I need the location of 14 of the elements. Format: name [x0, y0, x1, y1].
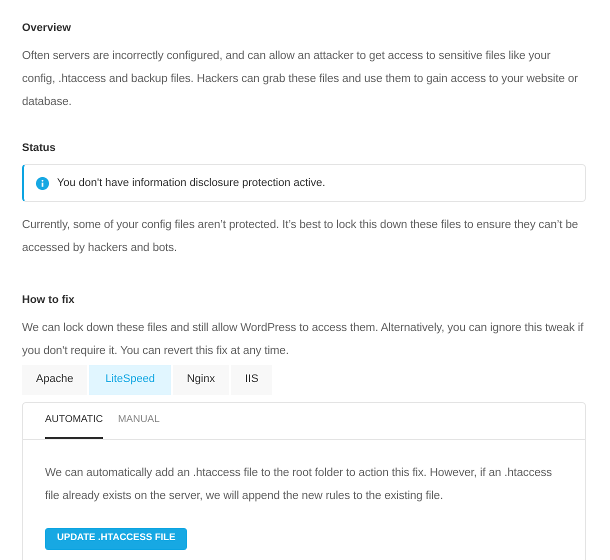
status-text: Currently, some of your config files aren’t protected. It’s best to lock this down these files to ensure they can’t be accessed by hackers and bots.: [22, 218, 580, 256]
info-icon: [36, 176, 49, 190]
server-tab[interactable]: Nginx: [172, 364, 229, 394]
mode-tab[interactable]: AUTOMATIC: [45, 402, 103, 438]
section-heading: Status: [22, 140, 57, 156]
alert-text: You don't have information disclosure protection active.: [57, 176, 326, 191]
section-heading: Overview: [22, 21, 72, 36]
section-heading: How to fix: [22, 293, 76, 308]
server-tab[interactable]: Apache: [22, 364, 88, 394]
how-to-fix-text: We can lock down these files and still allow WordPress to access them. Alternatively, you can ignore this tweak if you don't require it. You can revert this fix at any time.: [22, 320, 584, 358]
mode-tab[interactable]: MANUAL: [118, 402, 160, 438]
server-tab[interactable]: IIS: [230, 364, 272, 394]
panel-text: We can automatically add an .htaccess file to the root folder to action this fix. However, if an .htaccess file already exists on the server, we will append the new rules to the existing file.: [45, 466, 553, 504]
overview-text: Often servers are incorrectly configured, and can allow an attacker to get access to sensitive files like your config, .htaccess and backup files. Hackers can grab these files and use them to gain access to your website or database.: [22, 48, 579, 110]
